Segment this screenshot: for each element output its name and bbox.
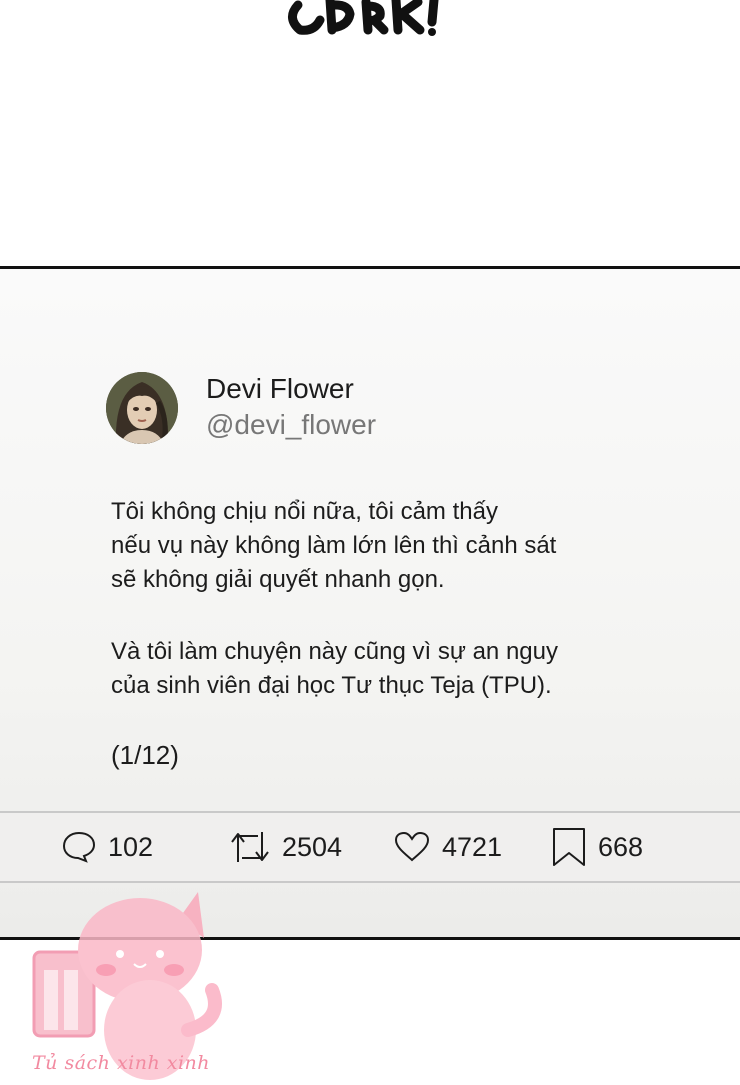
action-bar: 102 2504 4721 668 — [0, 811, 740, 883]
watermark-cat-logo — [32, 892, 222, 1080]
author-handle[interactable]: @devi_flower — [206, 409, 376, 441]
heart-icon — [394, 831, 430, 862]
retweet-icon — [231, 832, 269, 862]
tweet-line: của sinh viên đại học Tư thục Teja (TPU)… — [111, 672, 552, 699]
bookmark-icon — [553, 828, 585, 866]
author-name[interactable]: Devi Flower — [206, 373, 354, 405]
retweet-button[interactable]: 2504 — [230, 813, 342, 881]
watermark-text: Tủ sách xinh xinh — [32, 1052, 211, 1074]
bookmark-count: 668 — [598, 831, 644, 862]
tweet-line: Tôi không chịu nổi nữa, tôi cảm thấy — [111, 498, 498, 525]
tweet-line: nếu vụ này không làm lớn lên thì cảnh sá… — [111, 532, 557, 559]
thread-counter: (1/12) — [111, 740, 179, 770]
retweet-count: 2504 — [282, 831, 343, 862]
avatar[interactable] — [106, 372, 178, 444]
like-button[interactable]: 4721 — [394, 813, 502, 881]
tweet-panel: Devi Flower @devi_flower Tôi không chịu … — [0, 266, 740, 940]
tweet-paragraph-2: Và tôi làm chuyện này cũng vì sự an nguy… — [111, 635, 558, 703]
bookmark-button[interactable]: 668 — [552, 813, 643, 881]
tweet-line: Và tôi làm chuyện này cũng vì sự an nguy — [111, 638, 558, 665]
tweet-paragraph-1: Tôi không chịu nổi nữa, tôi cảm thấy nếu… — [111, 495, 556, 597]
like-count: 4721 — [442, 831, 503, 862]
speech-bubble-icon — [62, 831, 96, 863]
tweet-line: sẽ không giải quyết nhanh gọn. — [111, 566, 445, 593]
avatar-portrait — [106, 372, 178, 444]
reply-count: 102 — [108, 831, 154, 862]
sound-effect-lettering — [288, 0, 439, 36]
reply-button[interactable]: 102 — [62, 813, 153, 881]
